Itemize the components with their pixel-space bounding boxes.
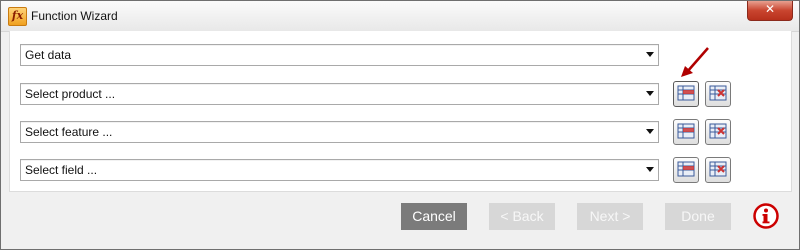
delete-row-icon: [709, 161, 727, 177]
dropdown-value: Select field ...: [25, 163, 98, 177]
delete-row-button[interactable]: [705, 81, 731, 107]
delete-row-button[interactable]: [705, 119, 731, 145]
delete-row-button[interactable]: [705, 157, 731, 183]
dropdown-arrow-icon: [646, 52, 654, 57]
insert-row-icon: [677, 123, 695, 139]
cancel-button[interactable]: Cancel: [401, 203, 467, 230]
feature-dropdown[interactable]: Select feature ...: [20, 121, 659, 143]
close-button[interactable]: ✕: [747, 1, 793, 21]
insert-row-icon: [677, 85, 695, 101]
insert-row-icon: [677, 161, 695, 177]
annotation-arrow-icon: [681, 47, 709, 77]
dropdown-value: Select product ...: [25, 87, 116, 101]
info-circle-icon[interactable]: [752, 202, 780, 230]
dropdown-arrow-icon: [646, 129, 654, 134]
product-dropdown[interactable]: Select product ...: [20, 83, 659, 105]
dropdown-value: Get data: [25, 48, 72, 62]
delete-row-icon: [709, 85, 727, 101]
dropdown-arrow-icon: [646, 167, 654, 172]
data-source-dropdown[interactable]: Get data: [20, 44, 659, 66]
field-dropdown[interactable]: Select field ...: [20, 159, 659, 181]
title-bar: fx Function Wizard ✕: [1, 1, 799, 32]
next-button[interactable]: Next >: [577, 203, 643, 230]
function-wizard-app-icon: fx: [8, 7, 27, 26]
insert-row-button[interactable]: [673, 81, 699, 107]
insert-row-button[interactable]: [673, 119, 699, 145]
delete-row-icon: [709, 123, 727, 139]
done-button[interactable]: Done: [665, 203, 731, 230]
dropdown-value: Select feature ...: [25, 125, 113, 139]
dropdown-arrow-icon: [646, 91, 654, 96]
back-button[interactable]: < Back: [489, 203, 555, 230]
window-title: Function Wizard: [31, 9, 118, 23]
insert-row-button[interactable]: [673, 157, 699, 183]
